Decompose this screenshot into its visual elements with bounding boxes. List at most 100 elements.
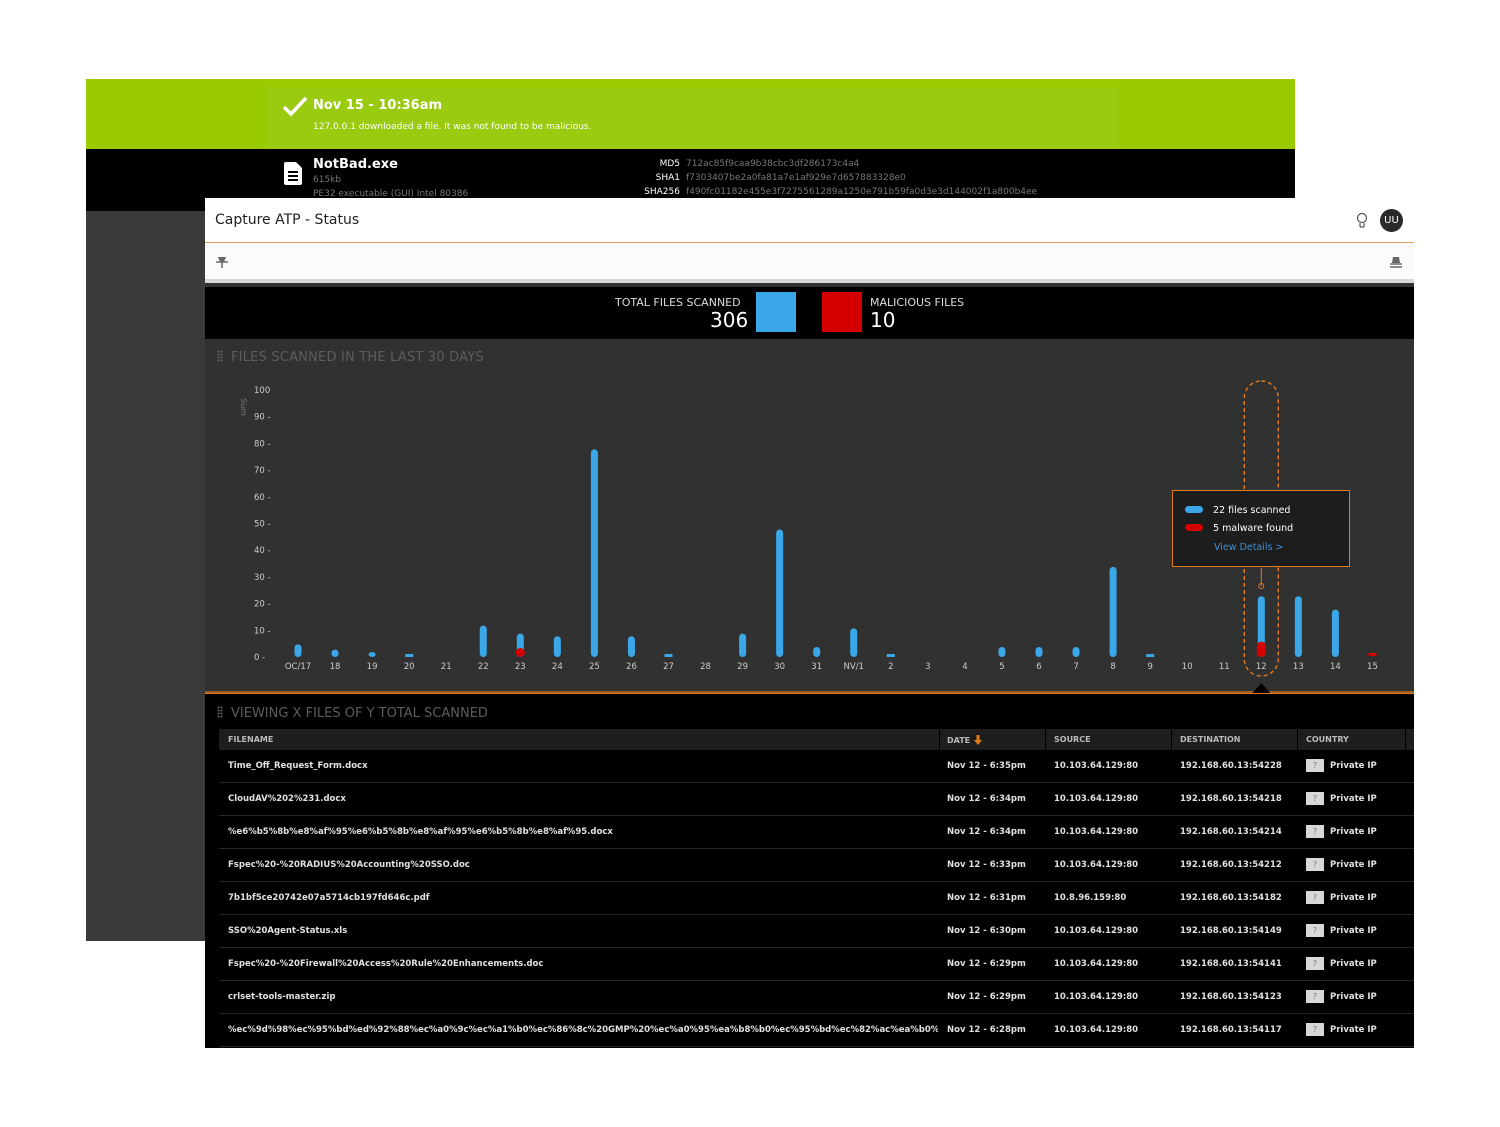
tooltip-malware: 5 malware found	[1185, 523, 1293, 534]
cell-filename[interactable]: crlset-tools-master.zip	[228, 992, 938, 1002]
table-row[interactable]: 7b1bf5ce20742e07a5714cb197fd646c.pdf Nov …	[219, 882, 1414, 915]
scanned-bar[interactable]	[813, 646, 821, 657]
x-tick-label: 27	[663, 662, 674, 672]
chart-header: FILES SCANNED IN THE LAST 30 DAYS	[217, 350, 484, 365]
cell-country: Private IP	[1330, 926, 1377, 936]
unknown-flag-icon: ?	[1306, 924, 1324, 937]
y-tick-label: 40 -	[254, 546, 271, 556]
col-source[interactable]: SOURCE	[1054, 735, 1091, 744]
scanned-bar[interactable]	[590, 449, 598, 657]
unknown-flag-icon: ?	[1306, 990, 1324, 1003]
pin-icon[interactable]	[215, 255, 229, 269]
selection-pointer	[1252, 683, 1271, 693]
unpin-icon[interactable]	[1388, 255, 1404, 269]
cell-source: 10.103.64.129:80	[1054, 959, 1139, 969]
cell-filename[interactable]: Fspec%20-%20Firewall%20Access%20Rule%20E…	[228, 959, 938, 969]
y-tick-label: 60 -	[254, 493, 271, 503]
column-divider	[939, 729, 940, 750]
cell-filename[interactable]: Time_Off_Request_Form.docx	[228, 761, 938, 771]
view-details-link[interactable]: View Details >	[1214, 542, 1283, 553]
x-tick-label: 29	[737, 662, 748, 672]
scanned-bar[interactable]	[1146, 654, 1155, 657]
scanned-bar[interactable]	[739, 633, 747, 657]
scanned-bar[interactable]	[850, 628, 858, 657]
scanned-bar[interactable]	[627, 636, 635, 657]
x-tick-label: 28	[700, 662, 711, 672]
scanned-bar[interactable]	[331, 649, 339, 657]
cell-source: 10.103.64.129:80	[1054, 1025, 1139, 1035]
cell-filename[interactable]: CloudAV%202%231.docx	[228, 794, 938, 804]
scanned-bar[interactable]	[998, 646, 1006, 657]
scanned-bar[interactable]	[1109, 566, 1117, 657]
x-tick-label: 10	[1182, 662, 1193, 672]
col-destination[interactable]: DESTINATION	[1180, 735, 1241, 744]
banner-message: 127.0.0.1 downloaded a file. It was not …	[313, 122, 592, 132]
scanned-bar[interactable]	[294, 644, 302, 657]
unknown-flag-icon: ?	[1306, 891, 1324, 904]
scanned-bar[interactable]	[886, 654, 895, 657]
scanned-bar[interactable]	[405, 654, 414, 657]
malware-bar[interactable]	[515, 648, 525, 657]
cell-country: Private IP	[1330, 794, 1377, 804]
cell-date: Nov 12 - 6:35pm	[947, 761, 1026, 771]
scanned-bar[interactable]	[1072, 646, 1080, 657]
cell-filename[interactable]: %e6%b5%8b%e8%af%95%e6%b5%8b%e8%af%95%e6%…	[228, 827, 938, 837]
scanned-bar[interactable]	[1331, 609, 1339, 657]
col-date[interactable]: DATE	[947, 735, 983, 745]
cell-filename[interactable]: 7b1bf5ce20742e07a5714cb197fd646c.pdf	[228, 893, 938, 903]
col-filename[interactable]: FILENAME	[228, 735, 273, 744]
malware-bar[interactable]	[1256, 641, 1266, 657]
scanned-bar[interactable]	[776, 529, 784, 657]
cell-source: 10.103.64.129:80	[1054, 794, 1139, 804]
unknown-flag-icon: ?	[1306, 957, 1324, 970]
checkmark-icon	[282, 96, 308, 117]
scanned-color-swatch	[756, 292, 796, 332]
malware-bar[interactable]	[1368, 653, 1377, 656]
table-row[interactable]: SSO%20Agent-Status.xls Nov 12 - 6:30pm 10.…	[219, 915, 1414, 948]
y-tick-label: 50 -	[254, 520, 271, 530]
y-tick-label: 0 -	[254, 653, 265, 663]
table-head: FILENAME DATE SOURCE DESTINATION COUNTRY	[219, 729, 1414, 750]
table-row[interactable]: Fspec%20-%20Firewall%20Access%20Rule%20E…	[219, 948, 1414, 981]
cell-filename[interactable]: Fspec%20-%20RADIUS%20Accounting%20SSO.do…	[228, 860, 938, 870]
x-tick-label: 26	[626, 662, 637, 672]
drag-handle-icon[interactable]	[217, 350, 223, 362]
cell-filename[interactable]: %ec%9d%98%ec%95%bd%ed%92%88%ec%a0%9c%ec%…	[228, 1025, 938, 1035]
cell-destination: 192.168.60.13:54149	[1180, 926, 1282, 936]
scanned-bar[interactable]	[553, 636, 561, 657]
table-row[interactable]: crlset-tools-master.zip Nov 12 - 6:29pm 10…	[219, 981, 1414, 1014]
x-tick-label: NV/1	[844, 662, 864, 672]
table-header: VIEWING X FILES OF Y TOTAL SCANNED	[217, 706, 488, 721]
hash-label: SHA256	[644, 187, 680, 197]
y-axis-label: Sum	[239, 398, 248, 416]
col-date-label: DATE	[947, 736, 971, 745]
drag-handle-icon[interactable]	[217, 706, 223, 718]
unknown-flag-icon: ?	[1306, 792, 1324, 805]
hash-value: 712ac85f9caa9b38cbc3df286173c4a4	[686, 159, 860, 169]
cell-date: Nov 12 - 6:29pm	[947, 959, 1026, 969]
table-row[interactable]: %e6%b5%8b%e8%af%95%e6%b5%8b%e8%af%95%e6%…	[219, 816, 1414, 849]
table-row[interactable]: Time_Off_Request_Form.docx Nov 12 - 6:35p…	[219, 750, 1414, 783]
cell-filename[interactable]: SSO%20Agent-Status.xls	[228, 926, 938, 936]
avatar[interactable]: UU	[1380, 209, 1403, 232]
page-title: Capture ATP - Status	[215, 212, 360, 228]
table-row[interactable]: CloudAV%202%231.docx Nov 12 - 6:34pm 10.10…	[219, 783, 1414, 816]
scanned-bar[interactable]	[368, 652, 376, 657]
col-country[interactable]: COUNTRY	[1306, 735, 1349, 744]
x-tick-label: 7	[1073, 662, 1078, 672]
table-row[interactable]: Fspec%20-%20RADIUS%20Accounting%20SSO.do…	[219, 849, 1414, 882]
lightbulb-icon[interactable]	[1355, 212, 1369, 230]
scanned-bar[interactable]	[479, 625, 487, 657]
hash-value: f490fc01182e455e3f7275561289a1250e791b59…	[686, 187, 1038, 197]
scanned-bar[interactable]	[664, 654, 673, 657]
x-tick-label: 18	[330, 662, 341, 672]
y-tick-label: 90 -	[254, 413, 271, 423]
table-row[interactable]: %ec%9d%98%ec%95%bd%ed%92%88%ec%a0%9c%ec%…	[219, 1014, 1414, 1047]
scanned-bar[interactable]	[1294, 596, 1302, 657]
y-tick-label: 10 -	[254, 626, 271, 636]
cell-date: Nov 12 - 6:31pm	[947, 893, 1026, 903]
unknown-flag-icon: ?	[1306, 858, 1324, 871]
sort-desc-icon[interactable]	[974, 735, 983, 745]
cell-destination: 192.168.60.13:54214	[1180, 827, 1282, 837]
scanned-bar[interactable]	[1035, 646, 1043, 657]
